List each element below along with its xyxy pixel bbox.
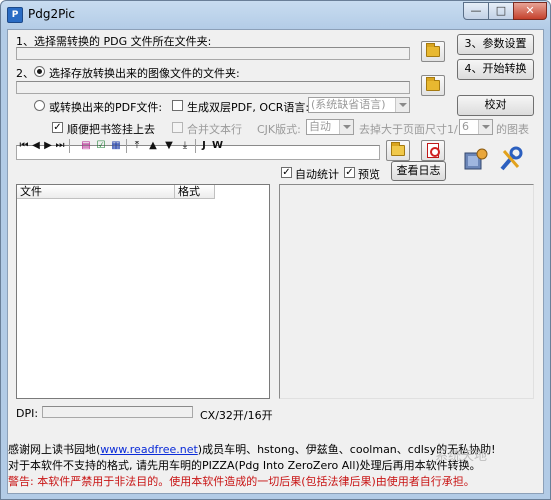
dpi-label: DPI: xyxy=(16,407,39,420)
next-icon[interactable]: ▶ xyxy=(43,140,53,152)
remove-ratio-select[interactable]: 6 xyxy=(459,119,493,135)
start-convert-button[interactable]: 4、开始转换 xyxy=(457,59,534,80)
toolbar-separator xyxy=(69,139,70,153)
move-down-icon[interactable]: ▼ xyxy=(163,140,175,152)
source-folder-field[interactable] xyxy=(16,47,410,60)
proofread-button[interactable]: 校对 xyxy=(457,95,534,116)
file-list[interactable]: 文件 格式 xyxy=(16,184,270,399)
doc-icon[interactable]: ▤ xyxy=(80,140,92,152)
image-folder-radio-label: 选择存放转换出来的图像文件的文件夹: xyxy=(49,67,240,80)
tools-icon[interactable] xyxy=(462,145,492,173)
maximize-button[interactable]: □ xyxy=(488,2,514,20)
watermark-text: 系统天地 xyxy=(435,449,488,464)
params-button[interactable]: 3、参数设置 xyxy=(457,34,534,55)
thanks-line: 感谢网上读书园地(www.readfree.net)成员车明、hstong、伊兹… xyxy=(8,441,496,457)
double-layer-label: 生成双层PDF, OCR语言: xyxy=(187,101,310,114)
j-icon[interactable]: J xyxy=(199,140,209,152)
merge-text-checkbox[interactable] xyxy=(172,122,183,133)
cjk-select[interactable]: 自动 xyxy=(306,119,354,135)
window-title: Pdg2Pic xyxy=(28,7,76,21)
column-header-format[interactable]: 格式 xyxy=(175,185,215,199)
app-icon: P xyxy=(7,7,23,23)
prev-icon[interactable]: ◀ xyxy=(31,140,41,152)
bookmark-checkbox[interactable]: ✓ xyxy=(52,122,63,133)
output-folder-field[interactable] xyxy=(16,81,410,94)
open-folder-icon xyxy=(391,142,405,156)
browse-output-button[interactable] xyxy=(421,75,445,96)
ocr-language-value: (系统缺省语言) xyxy=(311,98,386,111)
open-pdf-button[interactable] xyxy=(421,140,445,161)
toolbar-separator xyxy=(195,139,196,153)
size-text: CX/32开/16开 xyxy=(200,409,273,422)
preview-label: 预览 xyxy=(358,168,380,181)
w-icon[interactable]: W xyxy=(212,140,223,152)
pdf-output-radio[interactable] xyxy=(34,100,45,111)
auto-stat-label: 自动统计 xyxy=(295,168,339,181)
folder-icon xyxy=(426,43,440,57)
step2-label: 2、 xyxy=(16,67,34,80)
chevron-down-icon xyxy=(395,98,409,112)
minimize-button[interactable]: — xyxy=(463,2,489,20)
check-doc-icon[interactable]: ☑ xyxy=(95,140,107,152)
thanks-prefix: 感谢网上读书园地( xyxy=(8,443,101,456)
browse-pdf-button[interactable] xyxy=(386,140,410,161)
cjk-value: 自动 xyxy=(309,120,331,133)
remove-label: 去掉大于页面尺寸1/ xyxy=(359,123,458,136)
unsupported-note: 对于本软件不支持的格式, 请先用车明的PIZZA(Pdg Into ZeroZe… xyxy=(8,459,481,472)
warning-text: 警告: 本软件严禁用于非法目的。使用本软件造成的一切后果(包括法律后果)由使用者… xyxy=(8,475,475,488)
last-icon[interactable]: ⏭ xyxy=(55,140,65,152)
remove-ratio-value: 6 xyxy=(462,120,469,133)
image-folder-radio[interactable] xyxy=(34,66,45,77)
save-doc-icon[interactable]: ▦ xyxy=(110,140,122,152)
view-log-button[interactable]: 查看日志 xyxy=(391,161,446,181)
close-button[interactable]: ✕ xyxy=(513,2,547,20)
cjk-label: CJK版式: xyxy=(257,123,301,136)
pdf-output-radio-label: 或转换出来的PDF文件: xyxy=(49,101,163,114)
move-up-icon[interactable]: ▲ xyxy=(147,140,159,152)
wrench-icon[interactable] xyxy=(496,145,526,173)
merge-text-label: 合并文本行 xyxy=(187,123,242,136)
remove-suffix: 的图表 xyxy=(496,123,529,136)
move-bottom-icon[interactable]: ⤓ xyxy=(179,140,191,152)
chevron-down-icon xyxy=(478,120,492,134)
move-top-icon[interactable]: ⤒ xyxy=(131,140,143,152)
pdf-path-field[interactable] xyxy=(16,145,380,160)
ocr-language-select[interactable]: (系统缺省语言) xyxy=(308,97,410,113)
title-bar: P Pdg2Pic — □ ✕ xyxy=(1,1,550,29)
chevron-down-icon xyxy=(339,120,353,134)
readfree-link[interactable]: www.readfree.net xyxy=(100,443,198,456)
toolbar-separator xyxy=(126,139,127,153)
column-header-file[interactable]: 文件 xyxy=(17,185,175,199)
double-layer-checkbox[interactable] xyxy=(172,100,183,111)
auto-stat-checkbox[interactable]: ✓ xyxy=(281,167,292,178)
folder-icon xyxy=(426,77,440,91)
dpi-bar xyxy=(42,406,193,418)
first-icon[interactable]: ⏮ xyxy=(19,140,29,152)
browse-source-button[interactable] xyxy=(421,41,445,62)
bookmark-label: 顺便把书签挂上去 xyxy=(67,123,155,136)
pdf-icon xyxy=(427,143,440,158)
preview-panel xyxy=(279,184,534,399)
preview-checkbox[interactable]: ✓ xyxy=(344,167,355,178)
